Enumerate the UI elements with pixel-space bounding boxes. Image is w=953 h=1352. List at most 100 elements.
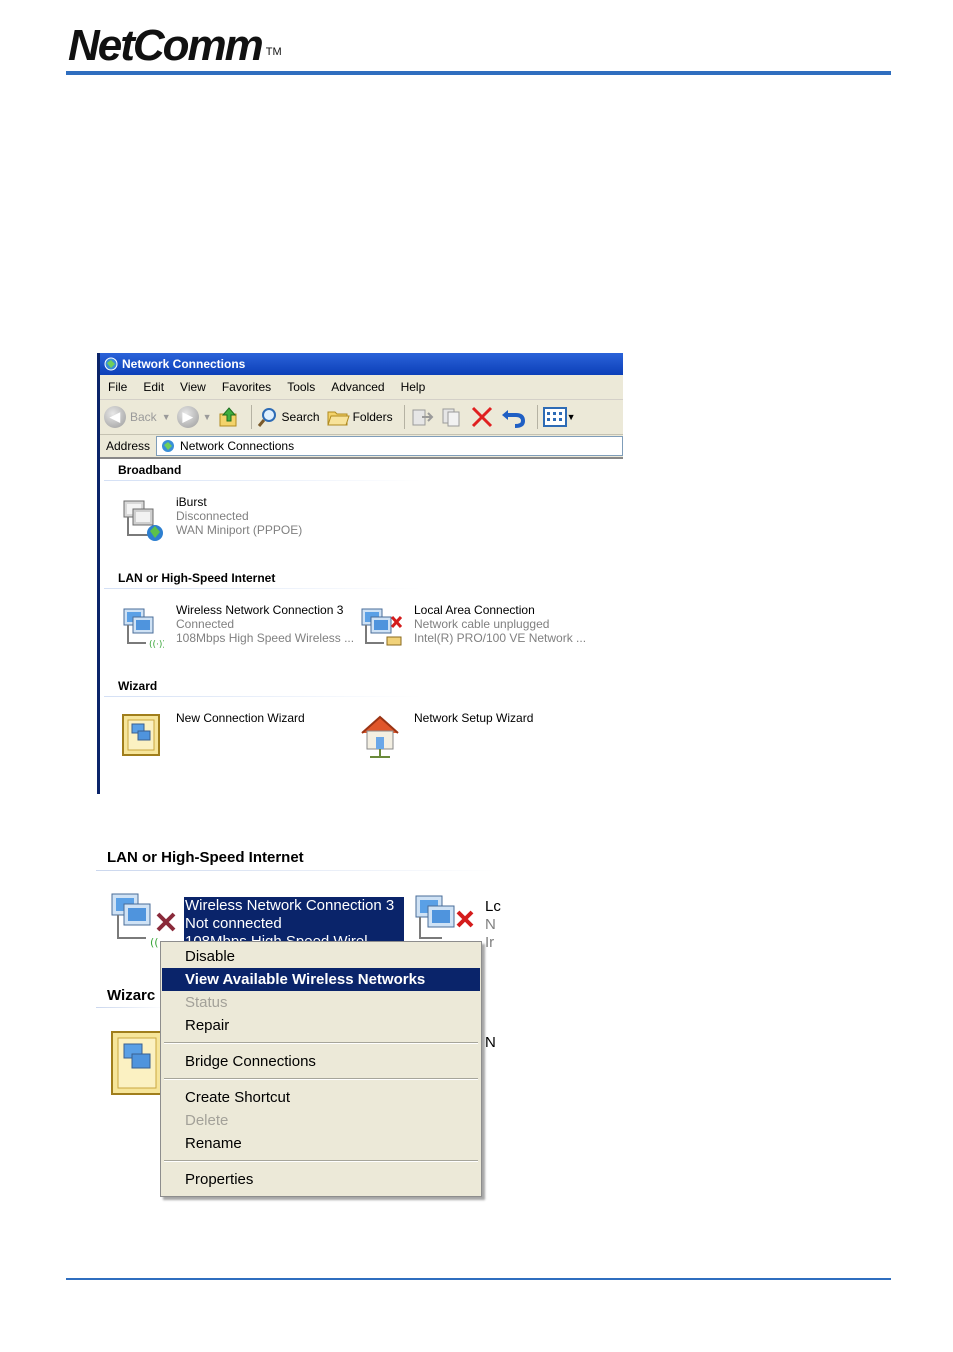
wireless-name: Wireless Network Connection 3 bbox=[176, 603, 344, 617]
selected-device: 108Mbps High Speed Wirel bbox=[185, 933, 404, 941]
back-label: Back bbox=[130, 410, 157, 424]
menu-create-shortcut[interactable]: Create Shortcut bbox=[162, 1086, 480, 1109]
back-dropdown-icon[interactable]: ▼ bbox=[162, 412, 171, 422]
footer-rule bbox=[66, 1278, 891, 1280]
group-lan-large: LAN or High-Speed Internet bbox=[107, 849, 304, 866]
new-connection-wizard[interactable]: New Connection Wizard bbox=[120, 711, 305, 759]
menu-disable[interactable]: Disable bbox=[162, 945, 480, 968]
copy-to-icon bbox=[442, 408, 460, 427]
group-divider bbox=[104, 588, 422, 589]
undo-button[interactable] bbox=[500, 406, 526, 428]
selected-connection-label[interactable]: Wireless Network Connection 3 Not connec… bbox=[184, 897, 404, 941]
folders-label: Folders bbox=[352, 410, 393, 424]
iburst-status: Disconnected bbox=[176, 509, 249, 523]
selected-name: Wireless Network Connection 3 bbox=[185, 897, 395, 914]
toolbar-separator bbox=[250, 405, 252, 429]
header-rule bbox=[66, 71, 891, 75]
forward-button[interactable]: ▶ ▼ bbox=[176, 406, 212, 428]
wireless-status: Connected bbox=[176, 617, 235, 631]
move-to-button[interactable] bbox=[410, 406, 434, 428]
cut-name: Lc bbox=[485, 898, 501, 915]
selected-status: Not connected bbox=[185, 915, 282, 932]
cut-wizard-name: N bbox=[485, 1034, 496, 1051]
back-button[interactable]: ◀ Back ▼ bbox=[104, 406, 171, 428]
svg-text:((: (( bbox=[150, 936, 159, 949]
menu-advanced[interactable]: Advanced bbox=[323, 380, 392, 394]
menu-bar: File Edit View Favorites Tools Advanced … bbox=[100, 375, 623, 400]
context-menu: Disable View Available Wireless Networks… bbox=[160, 941, 482, 1197]
forward-arrow-icon: ▶ bbox=[176, 406, 199, 428]
group-lan: LAN or High-Speed Internet bbox=[118, 571, 276, 585]
menu-separator bbox=[164, 1078, 478, 1080]
local-name: Local Area Connection bbox=[414, 603, 535, 617]
delete-button[interactable] bbox=[470, 406, 494, 428]
menu-bridge-connections[interactable]: Bridge Connections bbox=[162, 1050, 480, 1073]
home-network-icon bbox=[361, 715, 399, 758]
menu-separator bbox=[164, 1042, 478, 1044]
views-button[interactable]: ▼ bbox=[542, 406, 576, 428]
menu-separator bbox=[164, 1160, 478, 1162]
new-connection-wizard-icon-large bbox=[111, 1031, 163, 1095]
folders-button[interactable]: Folders bbox=[326, 406, 393, 428]
forward-dropdown-icon[interactable]: ▼ bbox=[203, 412, 212, 422]
group-wizard: Wizard bbox=[118, 679, 158, 693]
group-wizard-large: Wizarc bbox=[107, 987, 156, 1004]
address-bar: Address Network Connections bbox=[100, 435, 623, 459]
lan-unplugged-icon-large bbox=[415, 895, 474, 939]
menu-view-available-wireless-networks[interactable]: View Available Wireless Networks bbox=[162, 968, 480, 991]
menu-tools[interactable]: Tools bbox=[279, 380, 323, 394]
cut-device: Ir bbox=[485, 934, 495, 951]
delete-x-icon bbox=[471, 406, 492, 428]
cut-status: N bbox=[485, 916, 496, 933]
connection-local-area[interactable]: Local Area Connection Network cable unpl… bbox=[358, 603, 586, 651]
connection-iburst[interactable]: iBurst Disconnected WAN Miniport (PPPOE) bbox=[120, 495, 302, 543]
lan-unplugged-icon bbox=[361, 608, 402, 646]
window-titlebar[interactable]: Network Connections bbox=[100, 353, 623, 375]
group-divider bbox=[104, 696, 422, 697]
iburst-name: iBurst bbox=[176, 495, 207, 509]
address-value: Network Connections bbox=[180, 439, 295, 453]
window-title: Network Connections bbox=[122, 357, 246, 371]
iburst-device: WAN Miniport (PPPOE) bbox=[176, 523, 303, 537]
group-divider bbox=[96, 870, 496, 871]
local-device: Intel(R) PRO/100 VE Network ... bbox=[414, 631, 587, 645]
svg-text:((·)): ((·)) bbox=[149, 640, 164, 650]
new-connection-wizard-icon bbox=[122, 714, 160, 756]
search-label: Search bbox=[281, 410, 320, 424]
wireless-connection-icon: ((·)) bbox=[123, 608, 164, 650]
netcomm-logo: NetComm TM bbox=[68, 21, 282, 70]
network-connections-window: Network Connections File Edit View Favor… bbox=[97, 353, 623, 794]
address-field[interactable]: Network Connections bbox=[156, 436, 623, 456]
views-icon bbox=[542, 407, 567, 427]
search-button[interactable]: Search bbox=[257, 406, 320, 428]
search-icon bbox=[257, 408, 276, 427]
menu-favorites[interactable]: Favorites bbox=[214, 380, 279, 394]
back-arrow-icon: ◀ bbox=[104, 406, 126, 428]
menu-edit[interactable]: Edit bbox=[135, 380, 172, 394]
menu-status[interactable]: Status bbox=[162, 991, 480, 1014]
menu-repair[interactable]: Repair bbox=[162, 1014, 480, 1037]
folders-icon bbox=[326, 411, 350, 426]
copy-to-button[interactable] bbox=[440, 406, 464, 428]
up-folder-icon bbox=[219, 407, 237, 427]
up-button[interactable] bbox=[218, 406, 240, 428]
group-divider bbox=[104, 480, 422, 481]
network-connections-icon bbox=[104, 357, 118, 371]
local-status: Network cable unplugged bbox=[414, 617, 550, 631]
connection-wireless-3[interactable]: ((·)) Wireless Network Connection 3 Conn… bbox=[120, 603, 354, 651]
menu-rename[interactable]: Rename bbox=[162, 1132, 480, 1155]
menu-help[interactable]: Help bbox=[393, 380, 434, 394]
toolbar: ◀ Back ▼ ▶ ▼ Search Folders ▼ bbox=[100, 400, 623, 435]
menu-properties[interactable]: Properties bbox=[162, 1168, 480, 1191]
group-broadband: Broadband bbox=[118, 463, 182, 477]
views-dropdown-icon: ▼ bbox=[566, 412, 576, 422]
menu-file[interactable]: File bbox=[100, 380, 135, 394]
new-wizard-name: New Connection Wizard bbox=[176, 711, 305, 725]
menu-view[interactable]: View bbox=[172, 380, 214, 394]
undo-icon bbox=[501, 410, 525, 428]
menu-delete[interactable]: Delete bbox=[162, 1109, 480, 1132]
network-globe-icon bbox=[162, 440, 175, 452]
network-setup-wizard[interactable]: Network Setup Wizard bbox=[358, 711, 533, 759]
toolbar-separator bbox=[536, 405, 538, 429]
setup-wizard-name: Network Setup Wizard bbox=[414, 711, 534, 725]
